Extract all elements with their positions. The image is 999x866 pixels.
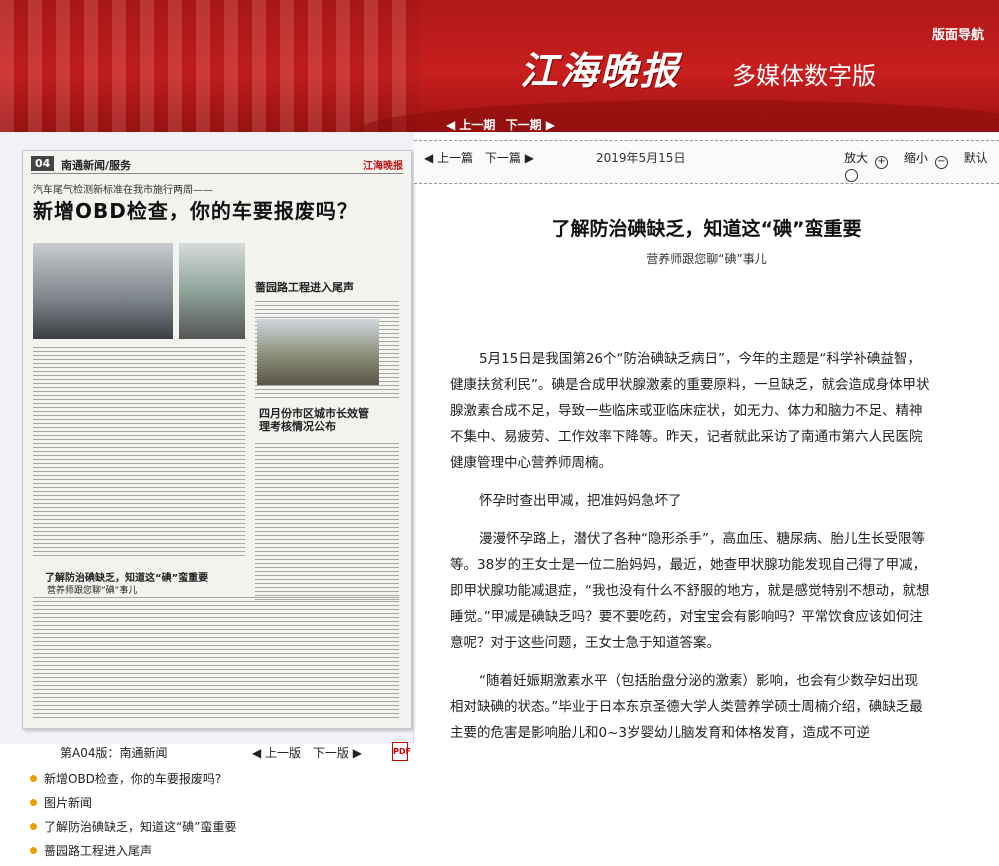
logo-subtitle: 多媒体数字版 [732,62,876,90]
article-list: 新增OBD检查，你的车要报废吗? 图片新闻 了解防治碘缺乏，知道这“碘”蛮重要 … [30,770,236,866]
article-title: 了解防治碘缺乏，知道这“碘”蛮重要 [551,218,862,240]
list-item[interactable]: 图片新闻 [30,794,236,818]
default-label: 默认 [963,151,988,165]
zoom-out-label: 缩小 [903,151,928,165]
paper-sub-headline-city[interactable]: 四月份市区城市长效管理考核情况公布 [259,407,369,433]
left-panel: 04 南通新闻/服务 江海晚报 汽车尾气检测新标准在我市施行两周—— 新增OBD… [0,132,414,858]
paper-text-column [255,443,399,603]
paper-sub-headline-iodine[interactable]: 了解防治碘缺乏，知道这“碘”蛮重要 [45,569,208,584]
article-paragraph: “随着妊娠期激素水平（包括胎盘分泌的激素）影响，也会有少数孕妇出现相对缺碘的状态… [450,673,923,741]
article-paragraph: 5月15日是我国第26个“防治碘缺乏病日”，今年的主题是“科学补碘益智，健康扶贫… [450,351,930,471]
list-item[interactable]: 蔷园路工程进入尾声 [30,842,236,866]
page-navigation-link[interactable]: 版面导航 [932,24,984,43]
prev-issue-link[interactable]: ◀ 上一期 [446,118,495,132]
article-toolbar: ◀ 上一篇 下一篇 ▶ 2019年5月15日 放大 + 缩小 − 默认 [414,140,999,184]
paper-section: 南通新闻/服务 [61,159,132,172]
paper-text-column [33,597,399,721]
paper-text-column [33,347,245,557]
paper-headline[interactable]: 新增OBD检查，你的车要报废吗？ [33,195,358,224]
paper-kicker[interactable]: 汽车尾气检测新标准在我市施行两周—— [33,181,213,196]
photo-truck [33,243,173,339]
list-item[interactable]: 新增OBD检查，你的车要报废吗? [30,770,236,794]
newspaper-page-thumbnail[interactable]: 04 南通新闻/服务 江海晚报 汽车尾气检测新标准在我市施行两周—— 新增OBD… [22,150,412,729]
pdf-icon[interactable]: PDF [392,742,411,761]
next-article-link[interactable]: 下一篇 ▶ [485,151,534,165]
issue-nav: ◀ 上一期 下一期 ▶ [446,116,561,133]
prev-page-link[interactable]: ◀ 上一版 [252,746,301,760]
page-label: 第A04版：南通新闻 [60,746,168,760]
prev-article-link[interactable]: ◀ 上一篇 [424,151,473,165]
article-nav: ◀ 上一篇 下一篇 ▶ [424,149,542,166]
issue-date: 2019年5月15日 [596,151,686,165]
article-subtitle: 营养师跟您聊“碘”事儿 [646,252,767,266]
page-nav: ◀ 上一版 下一版 ▶ [252,744,370,761]
paper-sub-headline-road[interactable]: 蔷园路工程进入尾声 [255,279,354,295]
article-paragraph: 怀孕时查出甲减，把准妈妈急坏了 [479,493,682,509]
zoom-controls: 放大 + 缩小 − 默认 [844,149,999,183]
zoom-in-button[interactable]: 放大 + [844,151,894,169]
paper-page-number: 04 [31,156,55,171]
list-item[interactable]: 了解防治碘缺乏，知道这“碘”蛮重要 [30,818,236,842]
paper-brand: 江海晚报 [363,161,403,172]
circle-icon [845,169,858,182]
next-issue-link[interactable]: 下一期 ▶ [506,118,555,132]
photo-trees [257,319,379,385]
next-page-link[interactable]: 下一版 ▶ [313,746,362,760]
zoom-in-label: 放大 [844,151,869,165]
paper-header: 04 南通新闻/服务 江海晚报 [31,155,403,174]
zoom-out-button[interactable]: 缩小 − [903,151,954,169]
logo: 江海晚报 [520,48,681,93]
article-paragraph: 漫漫怀孕路上，潜伏了各种“隐形杀手”，高血压、糖尿病、胎儿生长受限等等。38岁的… [450,531,930,651]
photo-inspection-screen [179,243,245,339]
plus-icon: + [875,156,889,169]
minus-icon: − [934,156,948,169]
banner-stripes [0,0,420,132]
paper-sub-headline-iodine-sub: 营养师跟您聊“碘”事儿 [47,586,138,596]
